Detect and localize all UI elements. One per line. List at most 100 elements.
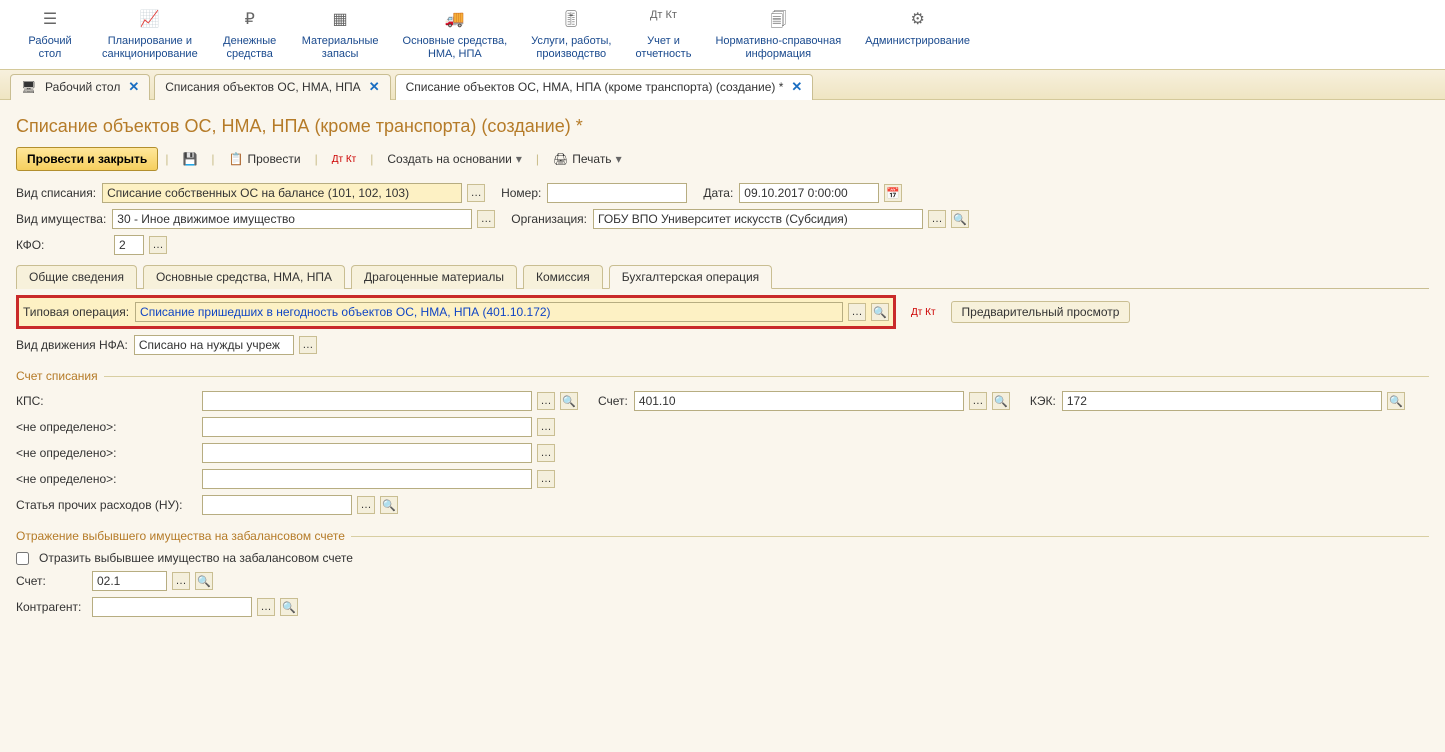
ellipsis-button[interactable]: …: [172, 572, 190, 590]
ellipsis-button[interactable]: …: [149, 236, 167, 254]
nomer-input[interactable]: [547, 183, 687, 203]
magnify-icon[interactable]: 🔍: [280, 598, 298, 616]
dtkt-button[interactable]: Дт Кт: [326, 151, 363, 168]
grid-icon: ▦: [333, 9, 348, 29]
zabal-chk-label: Отразить выбывшее имущество на забалансо…: [39, 551, 353, 565]
kps-input[interactable]: [202, 391, 532, 411]
ellipsis-button[interactable]: …: [928, 210, 946, 228]
nd-input-2[interactable]: [202, 443, 532, 463]
magnify-icon[interactable]: 🔍: [380, 496, 398, 514]
org-input[interactable]: ГОБУ ВПО Университет искусств (Субсидия): [593, 209, 923, 229]
magnify-icon[interactable]: 🔍: [992, 392, 1010, 410]
schet-input[interactable]: 401.10: [634, 391, 964, 411]
schet-section-label: Счет списания: [16, 369, 1429, 383]
kfo-label: КФО:: [16, 238, 108, 252]
truck-icon: 🚚: [445, 9, 465, 29]
ellipsis-button[interactable]: …: [257, 598, 275, 616]
subtab-commission[interactable]: Комиссия: [523, 265, 603, 289]
nd-input-1[interactable]: [202, 417, 532, 437]
close-icon[interactable]: ✕: [128, 79, 139, 95]
kek-input[interactable]: 172: [1062, 391, 1382, 411]
floppy-icon: 💾: [182, 152, 197, 166]
nav-money[interactable]: ₽ Денежныесредства: [210, 5, 290, 69]
page-title: Списание объектов ОС, НМА, НПА (кроме тр…: [16, 116, 1429, 137]
close-icon[interactable]: ✕: [369, 79, 380, 95]
vid-spisaniya-input[interactable]: Списание собственных ОС на балансе (101,…: [102, 183, 462, 203]
zabal-checkbox[interactable]: [16, 552, 29, 565]
nav-desktop[interactable]: ☰ Рабочийстол: [10, 5, 90, 69]
zabal-section-label: Отражение выбывшего имущества на забалан…: [16, 529, 1429, 543]
nomer-label: Номер:: [501, 186, 541, 200]
chart-icon: 📈: [140, 9, 160, 29]
dtkt-small-button[interactable]: Дт Кт: [905, 304, 942, 321]
kontragent-input[interactable]: [92, 597, 252, 617]
docs-icon: 🗐: [770, 9, 786, 29]
close-icon[interactable]: ✕: [791, 79, 802, 95]
ellipsis-button[interactable]: …: [537, 392, 555, 410]
magnify-icon[interactable]: 🔍: [195, 572, 213, 590]
kontragent-label: Контрагент:: [16, 600, 86, 614]
stat-input[interactable]: [202, 495, 352, 515]
ellipsis-button[interactable]: …: [848, 303, 866, 321]
subtab-assets[interactable]: Основные средства, НМА, НПА: [143, 265, 345, 289]
vid-imush-label: Вид имущества:: [16, 212, 106, 226]
ellipsis-button[interactable]: …: [299, 336, 317, 354]
magnify-icon[interactable]: 🔍: [560, 392, 578, 410]
subtab-accounting[interactable]: Бухгалтерская операция: [609, 265, 772, 289]
kfo-input[interactable]: 2: [114, 235, 144, 255]
post-icon: 📋: [229, 152, 244, 166]
stat-label: Статья прочих расходов (НУ):: [16, 498, 196, 512]
tab-current-doc[interactable]: Списание объектов ОС, НМА, НПА (кроме тр…: [395, 74, 814, 100]
nav-admin[interactable]: ⚙ Администрирование: [853, 5, 982, 69]
ellipsis-button[interactable]: …: [537, 470, 555, 488]
nd-input-3[interactable]: [202, 469, 532, 489]
tab-desktop[interactable]: 🖥 Рабочий стол ✕: [10, 74, 150, 100]
nav-planning[interactable]: 📈 Планирование исанкционирование: [90, 5, 210, 69]
nav-accounting[interactable]: Дт Кт Учет иотчетность: [623, 5, 703, 69]
magnify-icon[interactable]: 🔍: [1387, 392, 1405, 410]
preview-button[interactable]: Предварительный просмотр: [951, 301, 1131, 323]
ellipsis-button[interactable]: …: [537, 418, 555, 436]
tab-list[interactable]: Списания объектов ОС, НМА, НПА ✕: [154, 74, 390, 100]
ellipsis-button[interactable]: …: [357, 496, 375, 514]
nav-reference[interactable]: 🗐 Нормативно-справочнаяинформация: [703, 5, 853, 69]
vid-imush-input[interactable]: 30 - Иное движимое имущество: [112, 209, 472, 229]
nd-label-2: <не определено>:: [16, 446, 196, 460]
magnify-icon[interactable]: 🔍: [951, 210, 969, 228]
desktop-icon: 🖥: [21, 80, 35, 94]
sliders-icon: 🎚: [561, 9, 581, 29]
print-button[interactable]: 🖨Печать: [547, 149, 628, 169]
toolbar: Провести и закрыть | 💾 | 📋Провести | Дт …: [16, 147, 1429, 171]
data-input[interactable]: 09.10.2017 0:00:00: [739, 183, 879, 203]
data-label: Дата:: [703, 186, 733, 200]
ellipsis-button[interactable]: …: [477, 210, 495, 228]
ellipsis-button[interactable]: …: [467, 184, 485, 202]
calendar-button[interactable]: 📅: [884, 184, 902, 202]
zabal-schet-input[interactable]: 02.1: [92, 571, 167, 591]
kek-label: КЭК:: [1030, 394, 1056, 408]
gear-icon: ⚙: [910, 9, 924, 29]
org-label: Организация:: [511, 212, 587, 226]
ellipsis-button[interactable]: …: [969, 392, 987, 410]
tabs-row: 🖥 Рабочий стол ✕ Списания объектов ОС, Н…: [0, 70, 1445, 100]
nav-assets[interactable]: 🚚 Основные средства,НМА, НПА: [391, 5, 520, 69]
typical-op-input[interactable]: Списание пришедших в негодность объектов…: [135, 302, 843, 322]
nav-services[interactable]: 🎚 Услуги, работы,производство: [519, 5, 623, 69]
printer-icon: 🖨: [553, 152, 568, 166]
create-based-button[interactable]: Создать на основании: [381, 149, 528, 169]
vid-spisaniya-label: Вид списания:: [16, 186, 96, 200]
menu-icon: ☰: [43, 9, 57, 29]
magnify-icon[interactable]: 🔍: [871, 303, 889, 321]
vid-dvij-input[interactable]: Списано на нужды учреж: [134, 335, 294, 355]
ruble-icon: ₽: [245, 9, 255, 29]
subtab-precious[interactable]: Драгоценные материалы: [351, 265, 517, 289]
post-button[interactable]: 📋Провести: [223, 149, 307, 169]
nav-materials[interactable]: ▦ Материальныезапасы: [290, 5, 391, 69]
subtabs: Общие сведения Основные средства, НМА, Н…: [16, 265, 1429, 289]
ellipsis-button[interactable]: …: [537, 444, 555, 462]
save-button[interactable]: 💾: [176, 149, 203, 169]
subtab-general[interactable]: Общие сведения: [16, 265, 137, 289]
zabal-schet-label: Счет:: [16, 574, 86, 588]
post-and-close-button[interactable]: Провести и закрыть: [16, 147, 158, 171]
kps-label: КПС:: [16, 394, 196, 408]
